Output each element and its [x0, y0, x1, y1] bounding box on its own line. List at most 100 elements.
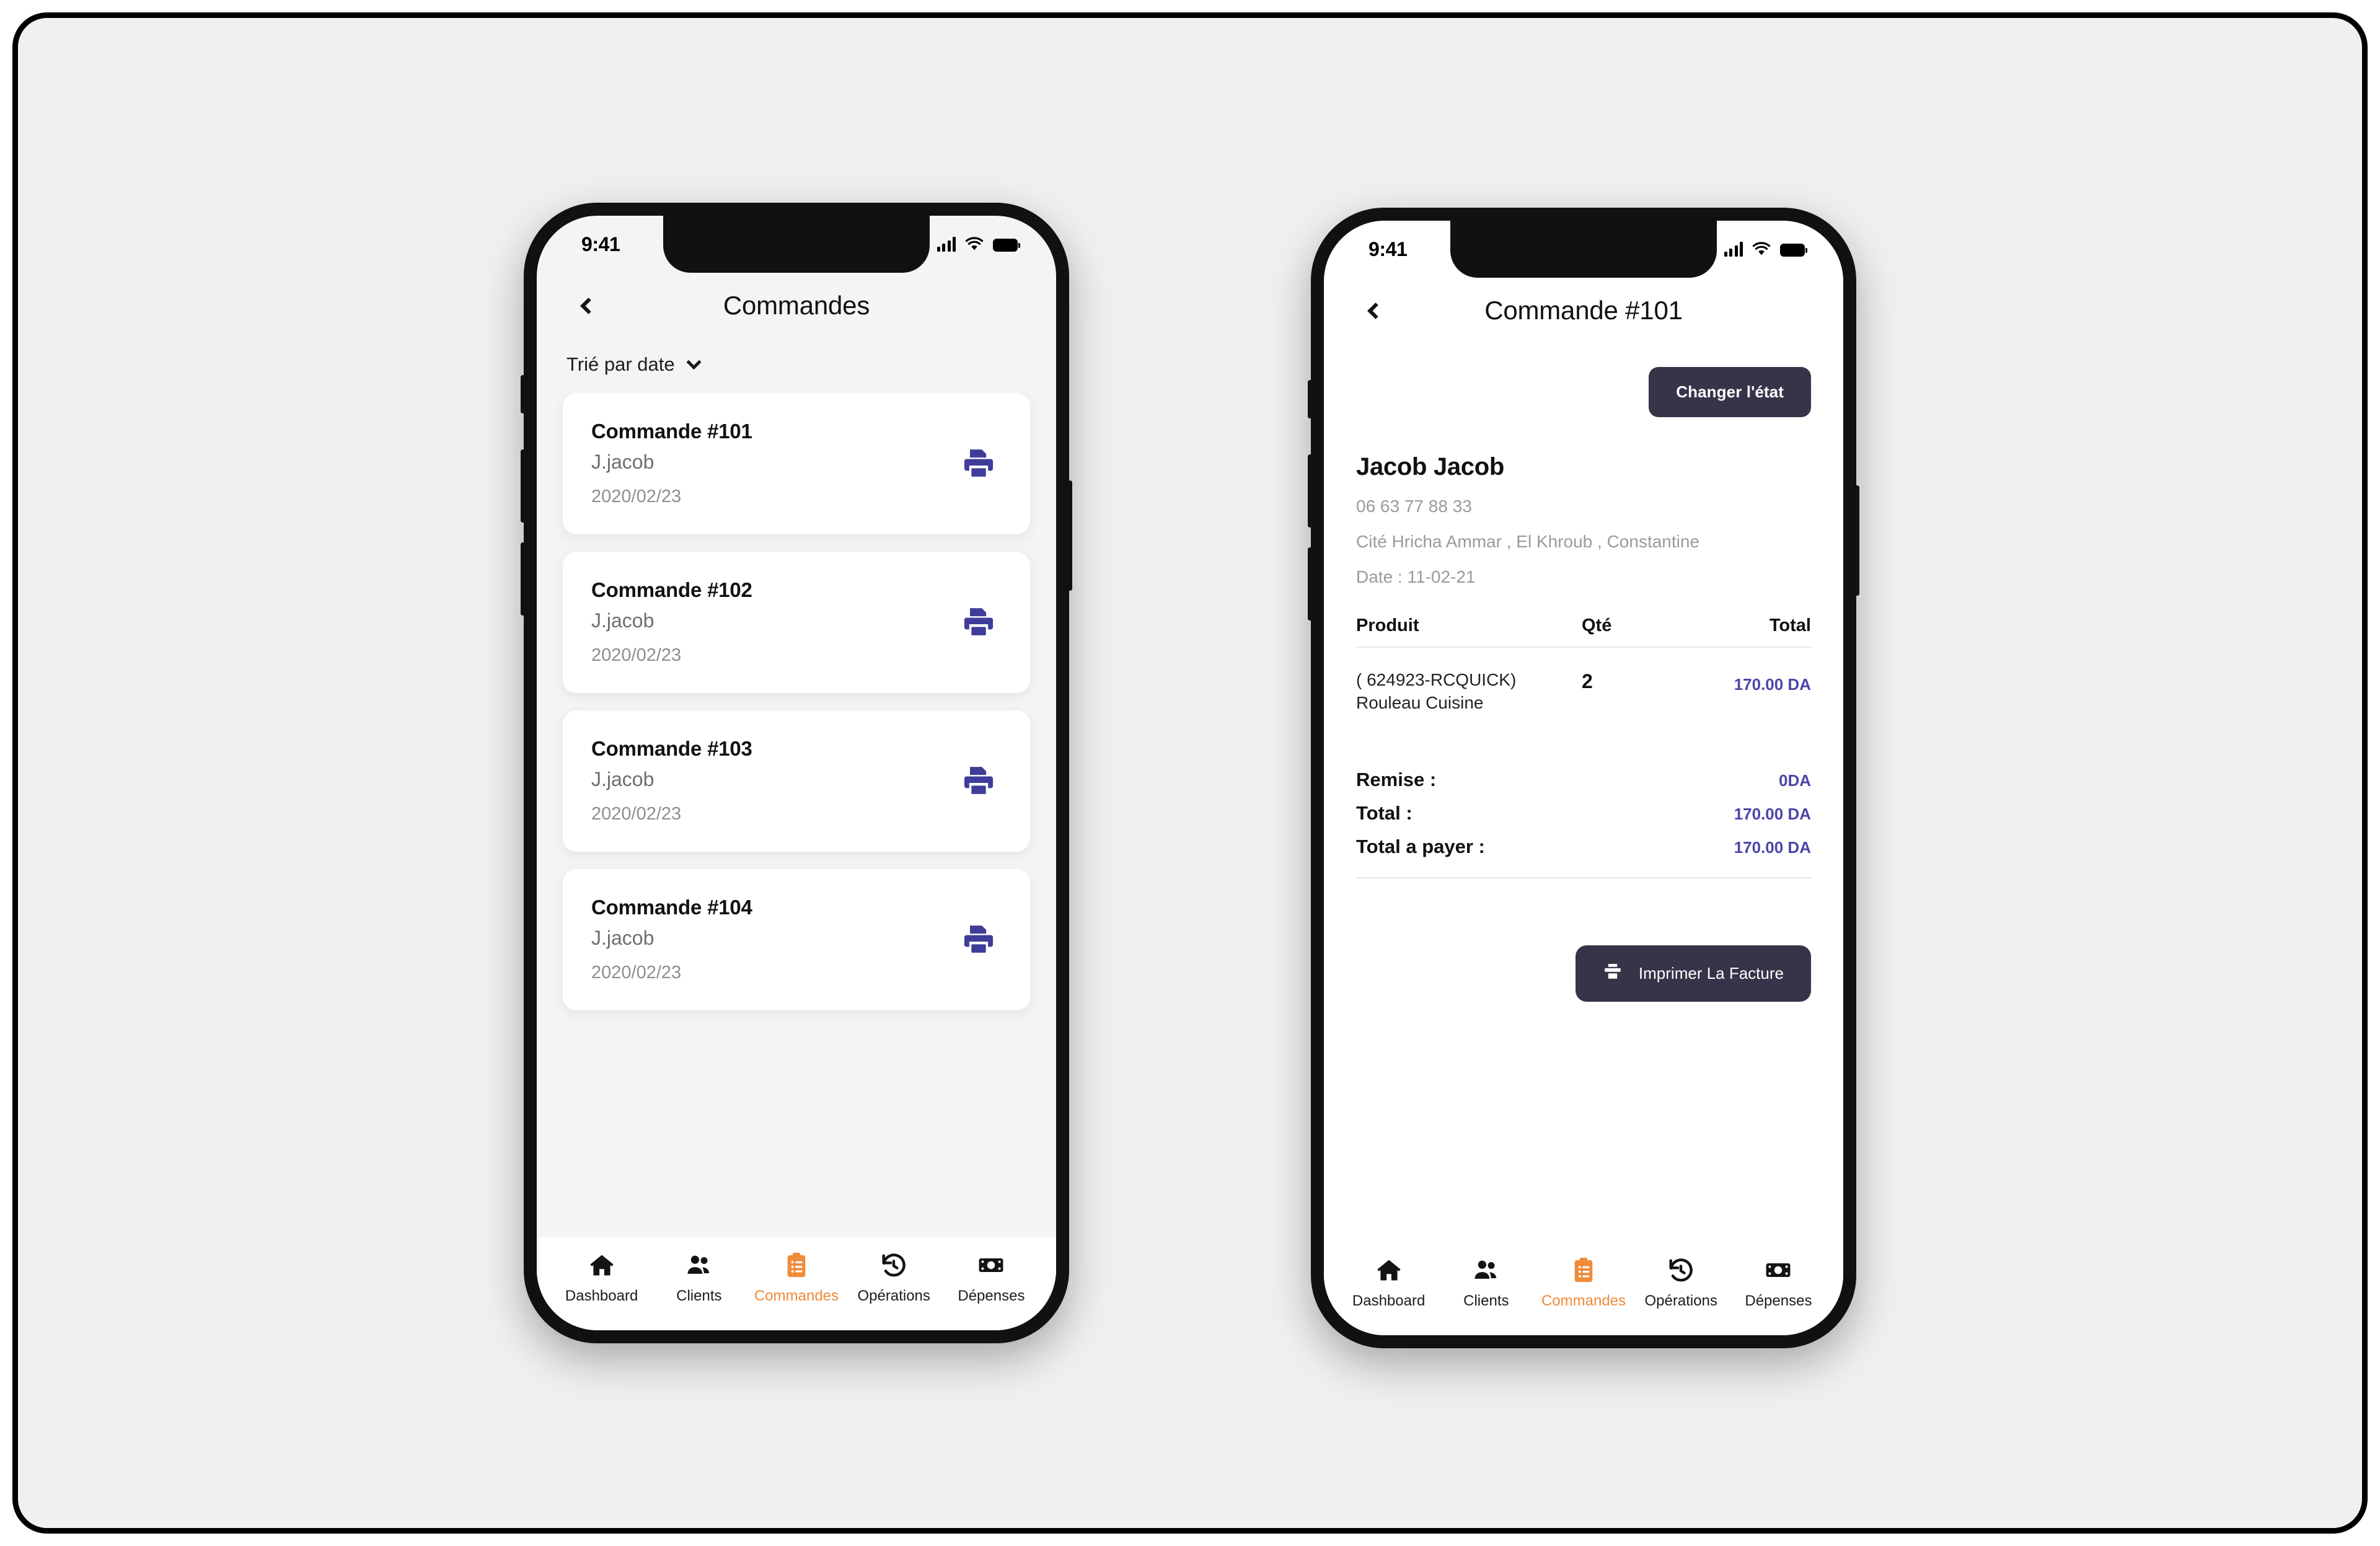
order-card-info: Commande #101 J.jacob 2020/02/23 — [591, 420, 752, 507]
status-bar: 9:41 — [1324, 221, 1843, 278]
tab-clients[interactable]: Clients — [650, 1250, 747, 1305]
order-title: Commande #104 — [591, 895, 752, 919]
people-icon — [1473, 1255, 1500, 1286]
customer-info: Jacob Jacob 06 63 77 88 33 Cité Hricha A… — [1356, 417, 1811, 587]
back-button[interactable] — [1356, 293, 1391, 328]
sort-dropdown[interactable]: Trié par date — [537, 338, 1056, 393]
volume-down-button[interactable] — [521, 542, 525, 616]
order-card[interactable]: Commande #104 J.jacob 2020/02/23 — [563, 869, 1030, 1010]
power-button[interactable] — [1855, 485, 1859, 596]
product-total: 170.00 DA — [1734, 675, 1811, 694]
tab-depenses[interactable]: Dépenses — [943, 1250, 1040, 1305]
history-icon — [880, 1250, 907, 1281]
tab-label: Dashboard — [565, 1288, 638, 1304]
sort-label: Trié par date — [566, 353, 675, 375]
order-card-info: Commande #102 J.jacob 2020/02/23 — [591, 578, 752, 666]
total-value: 170.00 DA — [1734, 804, 1811, 823]
tab-label: Opérations — [1644, 1292, 1717, 1309]
silent-switch[interactable] — [1308, 380, 1312, 418]
print-order-button[interactable] — [954, 756, 1003, 805]
wifi-icon — [1752, 242, 1771, 257]
print-order-button[interactable] — [954, 598, 1003, 646]
clipboard-icon — [783, 1250, 810, 1281]
chevron-down-icon — [686, 354, 702, 369]
tab-label: Opérations — [857, 1288, 930, 1304]
order-client: J.jacob — [591, 926, 654, 949]
total-row-total: Total : 170.00 DA — [1356, 797, 1811, 830]
product-name: ( 624923-RCQUICK) Rouleau Cuisine — [1356, 669, 1582, 715]
money-icon — [1765, 1255, 1792, 1286]
order-client: J.jacob — [591, 609, 654, 632]
volume-up-button[interactable] — [1308, 454, 1312, 528]
nav-header: Commande #101 — [1324, 278, 1843, 343]
total-row-remise: Remise : 0DA — [1356, 763, 1811, 797]
status-icons — [1724, 242, 1805, 257]
change-state-button[interactable]: Changer l'état — [1649, 367, 1811, 417]
product-label: Rouleau Cuisine — [1356, 692, 1484, 712]
totals-section: Remise : 0DA Total : 170.00 DA Total a p… — [1356, 763, 1811, 878]
total-value: 170.00 DA — [1734, 837, 1811, 857]
cellular-signal-icon — [1724, 242, 1743, 257]
tab-label: Commandes — [1541, 1292, 1626, 1309]
order-card[interactable]: Commande #101 J.jacob 2020/02/23 — [563, 393, 1030, 534]
wifi-icon — [965, 237, 984, 252]
order-card[interactable]: Commande #102 J.jacob 2020/02/23 — [563, 552, 1030, 693]
order-date: 2020/02/23 — [591, 962, 682, 983]
silent-switch[interactable] — [521, 375, 525, 413]
home-icon — [1375, 1255, 1403, 1286]
money-icon — [977, 1250, 1005, 1281]
tab-depenses[interactable]: Dépenses — [1730, 1255, 1827, 1310]
clipboard-icon — [1570, 1255, 1597, 1286]
phone-device-orders-list: 9:41 Commandes Trié par date Commande #1… — [521, 203, 1072, 1343]
order-date: 2020/02/23 — [591, 645, 682, 665]
order-date: 2020/02/23 — [591, 486, 682, 506]
screenshot-canvas: 9:41 Commandes Trié par date Commande #1… — [12, 12, 2368, 1534]
total-label: Total a payer : — [1356, 835, 1485, 857]
customer-phone: 06 63 77 88 33 — [1356, 497, 1472, 516]
print-invoice-button[interactable]: Imprimer La Facture — [1575, 945, 1811, 1002]
print-invoice-row: Imprimer La Facture — [1356, 945, 1811, 1002]
tab-commandes[interactable]: Commandes — [747, 1250, 845, 1305]
print-order-button[interactable] — [954, 915, 1003, 963]
order-client: J.jacob — [591, 450, 654, 473]
page-title: Commandes — [723, 291, 870, 320]
tab-label: Commandes — [754, 1288, 839, 1304]
tab-commandes[interactable]: Commandes — [1535, 1255, 1632, 1310]
order-date: 2020/02/23 — [591, 803, 682, 824]
order-detail-body: Changer l'état Jacob Jacob 06 63 77 88 3… — [1324, 343, 1843, 1242]
chevron-left-icon — [1367, 302, 1384, 319]
battery-full-icon — [993, 239, 1018, 252]
tab-dashboard[interactable]: Dashboard — [1340, 1255, 1437, 1310]
cellular-signal-icon — [937, 237, 956, 252]
status-time: 9:41 — [1368, 237, 1408, 260]
tab-operations[interactable]: Opérations — [1633, 1255, 1730, 1310]
battery-full-icon — [1780, 244, 1805, 257]
printer-icon — [1603, 961, 1623, 986]
products-table-header: Produit Qté Total — [1356, 616, 1811, 648]
orders-list-screen: 9:41 Commandes Trié par date Commande #1… — [537, 216, 1056, 1330]
column-header-product: Produit — [1356, 616, 1419, 635]
tab-clients[interactable]: Clients — [1437, 1255, 1535, 1310]
back-button[interactable] — [569, 288, 604, 323]
order-card[interactable]: Commande #103 J.jacob 2020/02/23 — [563, 710, 1030, 852]
order-card-info: Commande #103 J.jacob 2020/02/23 — [591, 737, 752, 824]
bottom-tab-bar: Dashboard Clients Commandes Opérations D… — [537, 1237, 1056, 1330]
tab-dashboard[interactable]: Dashboard — [553, 1250, 650, 1305]
volume-down-button[interactable] — [1308, 547, 1312, 621]
tab-label: Dépenses — [1745, 1292, 1812, 1309]
phone-device-order-detail: 9:41 Commande #101 Changer l'état Jacob … — [1308, 208, 1859, 1348]
tab-label: Clients — [676, 1288, 722, 1304]
volume-up-button[interactable] — [521, 449, 525, 523]
print-order-button[interactable] — [954, 439, 1003, 487]
power-button[interactable] — [1068, 480, 1072, 591]
orders-card-list: Commande #101 J.jacob 2020/02/23 Command… — [537, 393, 1056, 1237]
people-icon — [685, 1250, 713, 1281]
order-client: J.jacob — [591, 767, 654, 790]
order-title: Commande #101 — [591, 419, 752, 443]
status-icons — [937, 237, 1018, 252]
nav-header: Commandes — [537, 273, 1056, 338]
chevron-left-icon — [580, 297, 597, 314]
product-qty: 2 — [1582, 670, 1593, 692]
tab-operations[interactable]: Opérations — [845, 1250, 943, 1305]
column-header-total: Total — [1769, 616, 1811, 635]
